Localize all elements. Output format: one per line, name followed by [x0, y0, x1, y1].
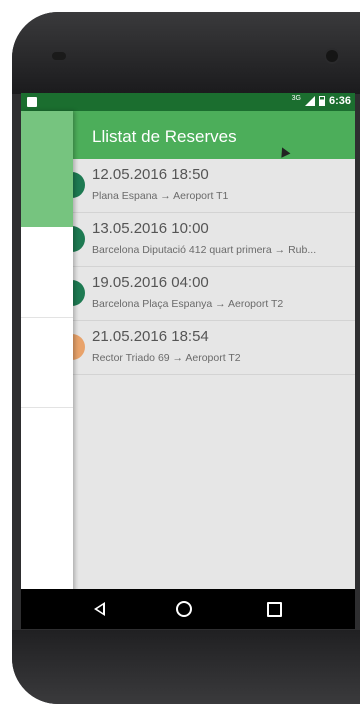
drawer-divider: [21, 317, 73, 318]
back-icon: [93, 602, 105, 616]
speaker-grille: [52, 52, 66, 60]
reservation-datetime: 21.05.2016 18:54: [92, 328, 209, 345]
battery-icon: [318, 96, 325, 106]
network-type: 3G: [291, 94, 301, 102]
sd-card-icon: [27, 97, 37, 107]
phone-top-bezel: [12, 12, 360, 94]
reservation-list: 12.05.2016 18:50 Plana Espana → Aeroport…: [59, 159, 355, 375]
reservation-datetime: 12.05.2016 18:50: [92, 166, 209, 183]
front-camera: [326, 50, 338, 62]
reservation-datetime: 19.05.2016 04:00: [92, 274, 209, 291]
signal-icon: [304, 96, 315, 106]
recents-button[interactable]: [264, 599, 284, 619]
back-button[interactable]: [89, 599, 109, 619]
system-nav-bar: [21, 589, 355, 629]
page-title: Llistat de Reserves: [92, 127, 237, 146]
device-screen: 3G 6:36 Llistat de Reserves 12.05.2016 1…: [21, 93, 355, 629]
reservation-route: Barcelona Diputació 412 quart primera → …: [92, 244, 317, 256]
drawer-divider: [21, 407, 73, 408]
list-item[interactable]: 12.05.2016 18:50 Plana Espana → Aeroport…: [59, 159, 355, 213]
home-icon: [176, 601, 192, 617]
status-time: 6:36: [328, 95, 351, 107]
mouse-cursor-icon: [277, 145, 291, 158]
phone-bottom-bezel: [12, 630, 360, 704]
status-bar: 3G 6:36: [21, 93, 355, 111]
recents-icon: [266, 601, 282, 617]
navigation-drawer[interactable]: [21, 111, 73, 611]
app-bar: Llistat de Reserves: [73, 111, 355, 159]
drawer-header: [21, 111, 73, 227]
reservation-route: Rector Triado 69 → Aeroport T2: [92, 352, 241, 364]
status-icons: 3G 6:36: [291, 94, 351, 108]
reservation-datetime: 13.05.2016 10:00: [92, 220, 209, 237]
reservation-route: Barcelona Plaça Espanya → Aeroport T2: [92, 298, 284, 310]
list-item[interactable]: 19.05.2016 04:00 Barcelona Plaça Espanya…: [59, 267, 355, 321]
reservation-route: Plana Espana → Aeroport T1: [92, 190, 229, 202]
list-item[interactable]: 13.05.2016 10:00 Barcelona Diputació 412…: [59, 213, 355, 267]
list-item[interactable]: 21.05.2016 18:54 Rector Triado 69 → Aero…: [59, 321, 355, 375]
home-button[interactable]: [174, 599, 194, 619]
